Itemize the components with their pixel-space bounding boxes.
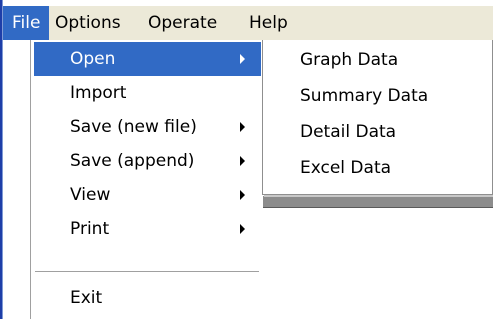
open-submenu: Graph Data Summary Data Detail Data Exce… [262,40,493,195]
submenu-arrow-icon [240,190,245,200]
submenu-item-detail-data[interactable]: Detail Data [263,114,492,150]
submenu-item-graph-data[interactable]: Graph Data [263,42,492,78]
menu-item-view[interactable]: View [34,178,261,212]
menu-item-save-new-file[interactable]: Save (new file) [34,110,261,144]
menu-options[interactable]: Options [46,6,130,40]
submenu-arrow-icon [240,224,245,234]
menu-bar: File Options Operate Help [3,6,493,40]
menu-item-label: Save (new file) [70,117,197,137]
submenu-arrow-icon [240,122,245,132]
menu-item-label: Open [70,49,116,69]
menu-item-print[interactable]: Print [34,212,261,246]
menu-operate[interactable]: Operate [139,6,226,40]
window-frame-left-inner [2,0,3,319]
submenu-arrow-icon [240,156,245,166]
submenu-arrow-icon [240,54,245,64]
window-toolbar-strip [263,196,493,208]
menu-item-open[interactable]: Open [34,42,261,76]
menu-help[interactable]: Help [240,6,297,40]
submenu-item-excel-data[interactable]: Excel Data [263,150,492,186]
menu-item-label: Exit [70,288,103,308]
menu-separator [35,271,259,273]
menu-item-label: View [70,185,111,205]
menu-item-save-append[interactable]: Save (append) [34,144,261,178]
menu-item-exit[interactable]: Exit [34,281,261,315]
menu-file[interactable]: File [3,6,50,40]
menu-item-label: Print [70,219,110,239]
menu-item-label: Import [70,83,127,103]
submenu-item-summary-data[interactable]: Summary Data [263,78,492,114]
menu-item-import[interactable]: Import [34,76,261,110]
file-menu-dropdown: Open Import Save (new file) Save (append… [30,40,263,319]
menu-item-label: Save (append) [70,151,195,171]
